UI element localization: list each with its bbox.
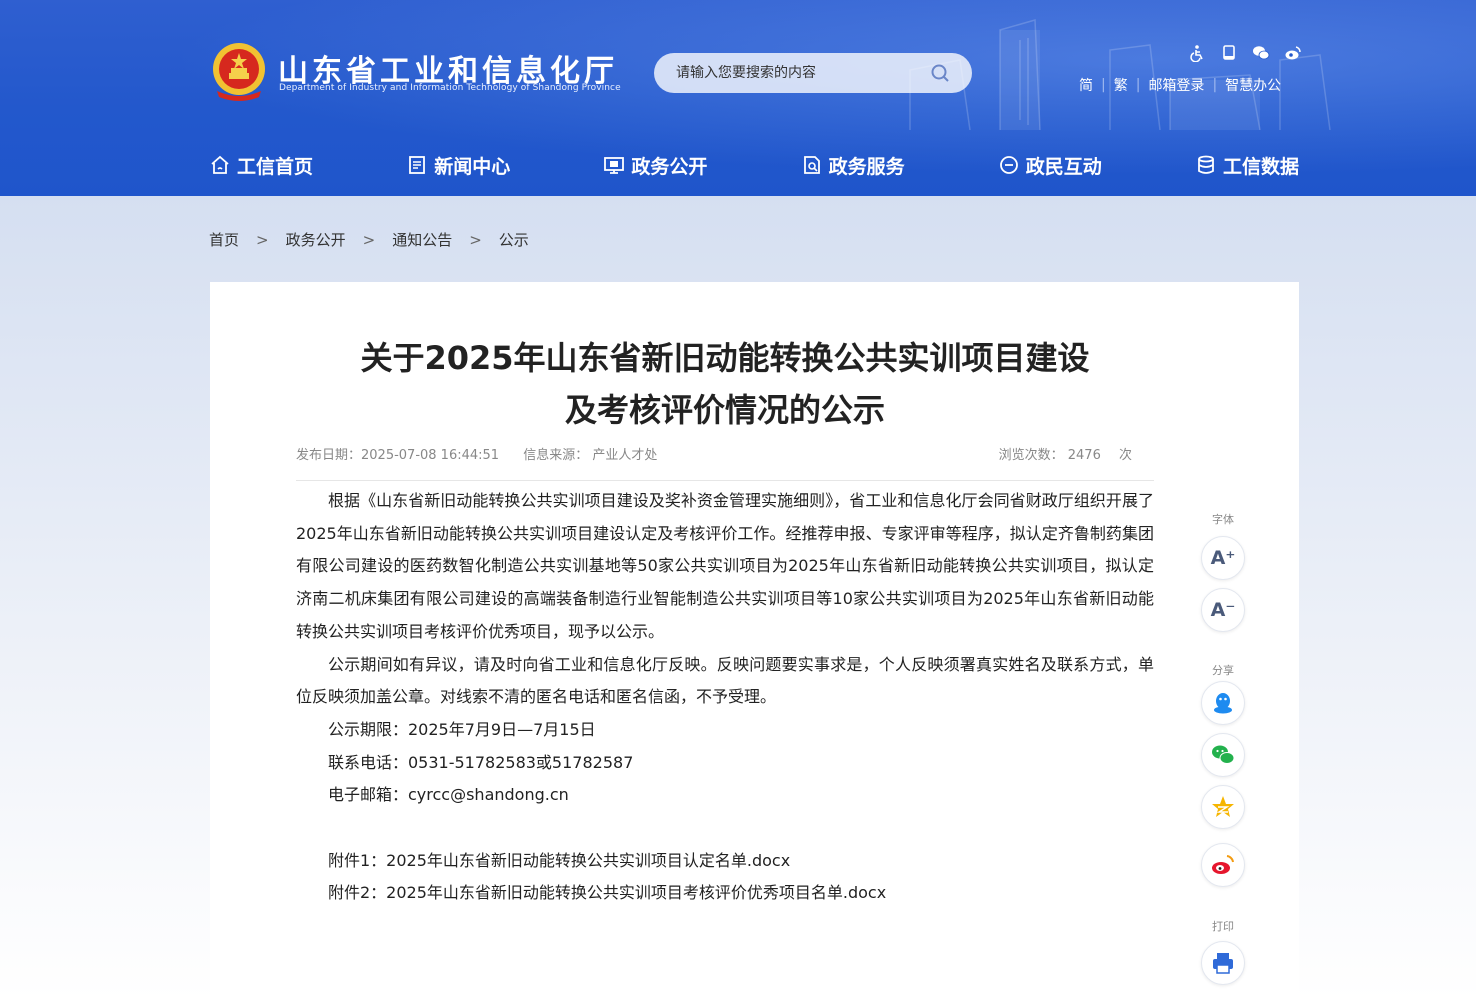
attachment-link-1[interactable]: 附件1：2025年山东省新旧动能转换公共实训项目认定名单.docx (328, 851, 790, 870)
view-count: 浏览次数： 2476 次 (999, 444, 1132, 463)
font-increase-icon: A⁺ (1210, 547, 1236, 569)
breadcrumb-home[interactable]: 首页 (209, 229, 239, 250)
monitor-icon (604, 157, 625, 174)
contact-phone: 联系电话：0531-51782583或51782587 (328, 752, 634, 772)
traditional-link[interactable]: 繁 (1114, 75, 1128, 95)
link-separator: | (1101, 77, 1106, 93)
meta-divider (296, 480, 1154, 481)
search-icon[interactable] (930, 63, 950, 83)
database-icon (1198, 155, 1214, 174)
nav-item-interaction[interactable]: 政民互动 (998, 152, 1102, 179)
wechat-icon[interactable] (1252, 44, 1270, 62)
article-title: 关于2025年山东省新旧动能转换公共实训项目建设 及考核评价情况的公示 (210, 332, 1240, 436)
nav-label: 新闻中心 (434, 155, 511, 178)
article-card: 关于2025年山东省新旧动能转换公共实训项目建设 及考核评价情况的公示 发布日期… (210, 282, 1299, 1000)
search-input[interactable] (676, 65, 916, 81)
views-number: 2476 (1067, 448, 1101, 463)
share-weibo-button[interactable] (1201, 843, 1245, 887)
nav-item-data[interactable]: 工信数据 (1195, 152, 1299, 179)
breadcrumb-separator: > (256, 230, 269, 249)
nav-label: 工信首页 (237, 155, 314, 178)
nav-label: 政民互动 (1025, 155, 1102, 178)
share-wechat-button[interactable] (1201, 733, 1245, 777)
info-source: 信息来源： 产业人才处 (523, 448, 658, 463)
news-icon (409, 156, 426, 174)
views-unit: 次 (1118, 448, 1132, 463)
breadcrumb-separator: > (362, 230, 376, 249)
breadcrumb-separator: > (469, 230, 482, 249)
share-qq-button[interactable] (1201, 681, 1245, 725)
nav-item-news[interactable]: 新闻中心 (406, 152, 510, 179)
top-icon-bar (1188, 44, 1302, 63)
site-subtitle: Department of Industry and Information T… (279, 83, 621, 93)
nav-item-gov-affairs[interactable]: 政务公开 (603, 152, 707, 179)
main-nav: 工信首页 新闻中心 政务公开 政务服务 政民互动 工信数据 (209, 150, 1299, 180)
nav-label: 工信数据 (1222, 155, 1299, 178)
nav-label: 政务公开 (631, 155, 708, 178)
chat-icon (999, 156, 1018, 174)
breadcrumb-notices[interactable]: 通知公告 (392, 229, 452, 250)
nav-item-gov-service[interactable]: 政务服务 (801, 152, 905, 179)
print-button[interactable] (1201, 941, 1245, 985)
views-label: 浏览次数： (998, 448, 1064, 463)
smart-office-link[interactable]: 智慧办公 (1225, 75, 1281, 95)
breadcrumb: 首页 > 政务公开 > 通知公告 > 公示 (209, 229, 529, 250)
share-label: 分享 (1212, 664, 1234, 677)
mobile-icon[interactable] (1220, 44, 1238, 62)
article-title-line1: 关于2025年山东省新旧动能转换公共实训项目建设 (360, 339, 1090, 377)
article-paragraph: 根据《山东省新旧动能转换公共实训项目建设及奖补资金管理实施细则》，省工业和信息化… (296, 491, 1154, 641)
article-title-line2: 及考核评价情况的公示 (564, 391, 885, 429)
nav-item-home[interactable]: 工信首页 (209, 152, 313, 179)
wechat-icon (1212, 745, 1235, 764)
publish-date: 发布日期：2025-07-08 16:44:51 (296, 448, 500, 463)
national-emblem-logo (213, 43, 265, 101)
search-box (654, 53, 972, 93)
service-icon (803, 156, 820, 174)
link-separator: | (1135, 77, 1141, 93)
mail-login-link[interactable]: 邮箱登录 (1148, 75, 1204, 95)
nav-label: 政务服务 (828, 155, 905, 178)
article-meta: 发布日期：2025-07-08 16:44:51 信息来源： 产业人才处 浏览次… (296, 444, 1154, 463)
print-icon (1213, 953, 1233, 974)
simplified-link[interactable]: 简 (1079, 75, 1093, 95)
contact-email: 电子邮箱：cyrcc@shandong.cn (328, 785, 569, 805)
attachment-link-2[interactable]: 附件2：2025年山东省新旧动能转换公共实训项目考核评价优秀项目名单.docx (328, 883, 886, 902)
site-header: 山东省工业和信息化厅 Department of Industry and In… (0, 0, 1476, 196)
font-increase-button[interactable]: A⁺ (1201, 536, 1245, 580)
weibo-icon[interactable] (1284, 44, 1302, 62)
publicity-period: 公示期限：2025年7月9日—7月15日 (328, 719, 596, 739)
top-links: 简 | 繁 | 邮箱登录 | 智慧办公 (1079, 75, 1281, 95)
share-qzone-button[interactable] (1201, 785, 1245, 829)
accessibility-icon[interactable] (1188, 44, 1206, 63)
print-label: 打印 (1212, 920, 1234, 933)
font-label: 字体 (1212, 513, 1234, 526)
qq-icon (1214, 693, 1232, 714)
home-icon (211, 155, 229, 174)
weibo-icon (1212, 855, 1234, 874)
link-separator: | (1212, 77, 1218, 93)
breadcrumb-gov-affairs[interactable]: 政务公开 (286, 229, 346, 250)
font-decrease-icon: A⁻ (1210, 599, 1236, 621)
breadcrumb-publicity[interactable]: 公示 (499, 229, 529, 250)
font-decrease-button[interactable]: A⁻ (1201, 588, 1245, 632)
article-body: 根据《山东省新旧动能转换公共实训项目建设及奖补资金管理实施细则》，省工业和信息化… (296, 485, 1154, 910)
qzone-star-icon (1212, 796, 1234, 817)
article-paragraph: 公示期间如有异议，请及时向省工业和信息化厅反映。反映问题要实事求是，个人反映须署… (296, 654, 1154, 707)
